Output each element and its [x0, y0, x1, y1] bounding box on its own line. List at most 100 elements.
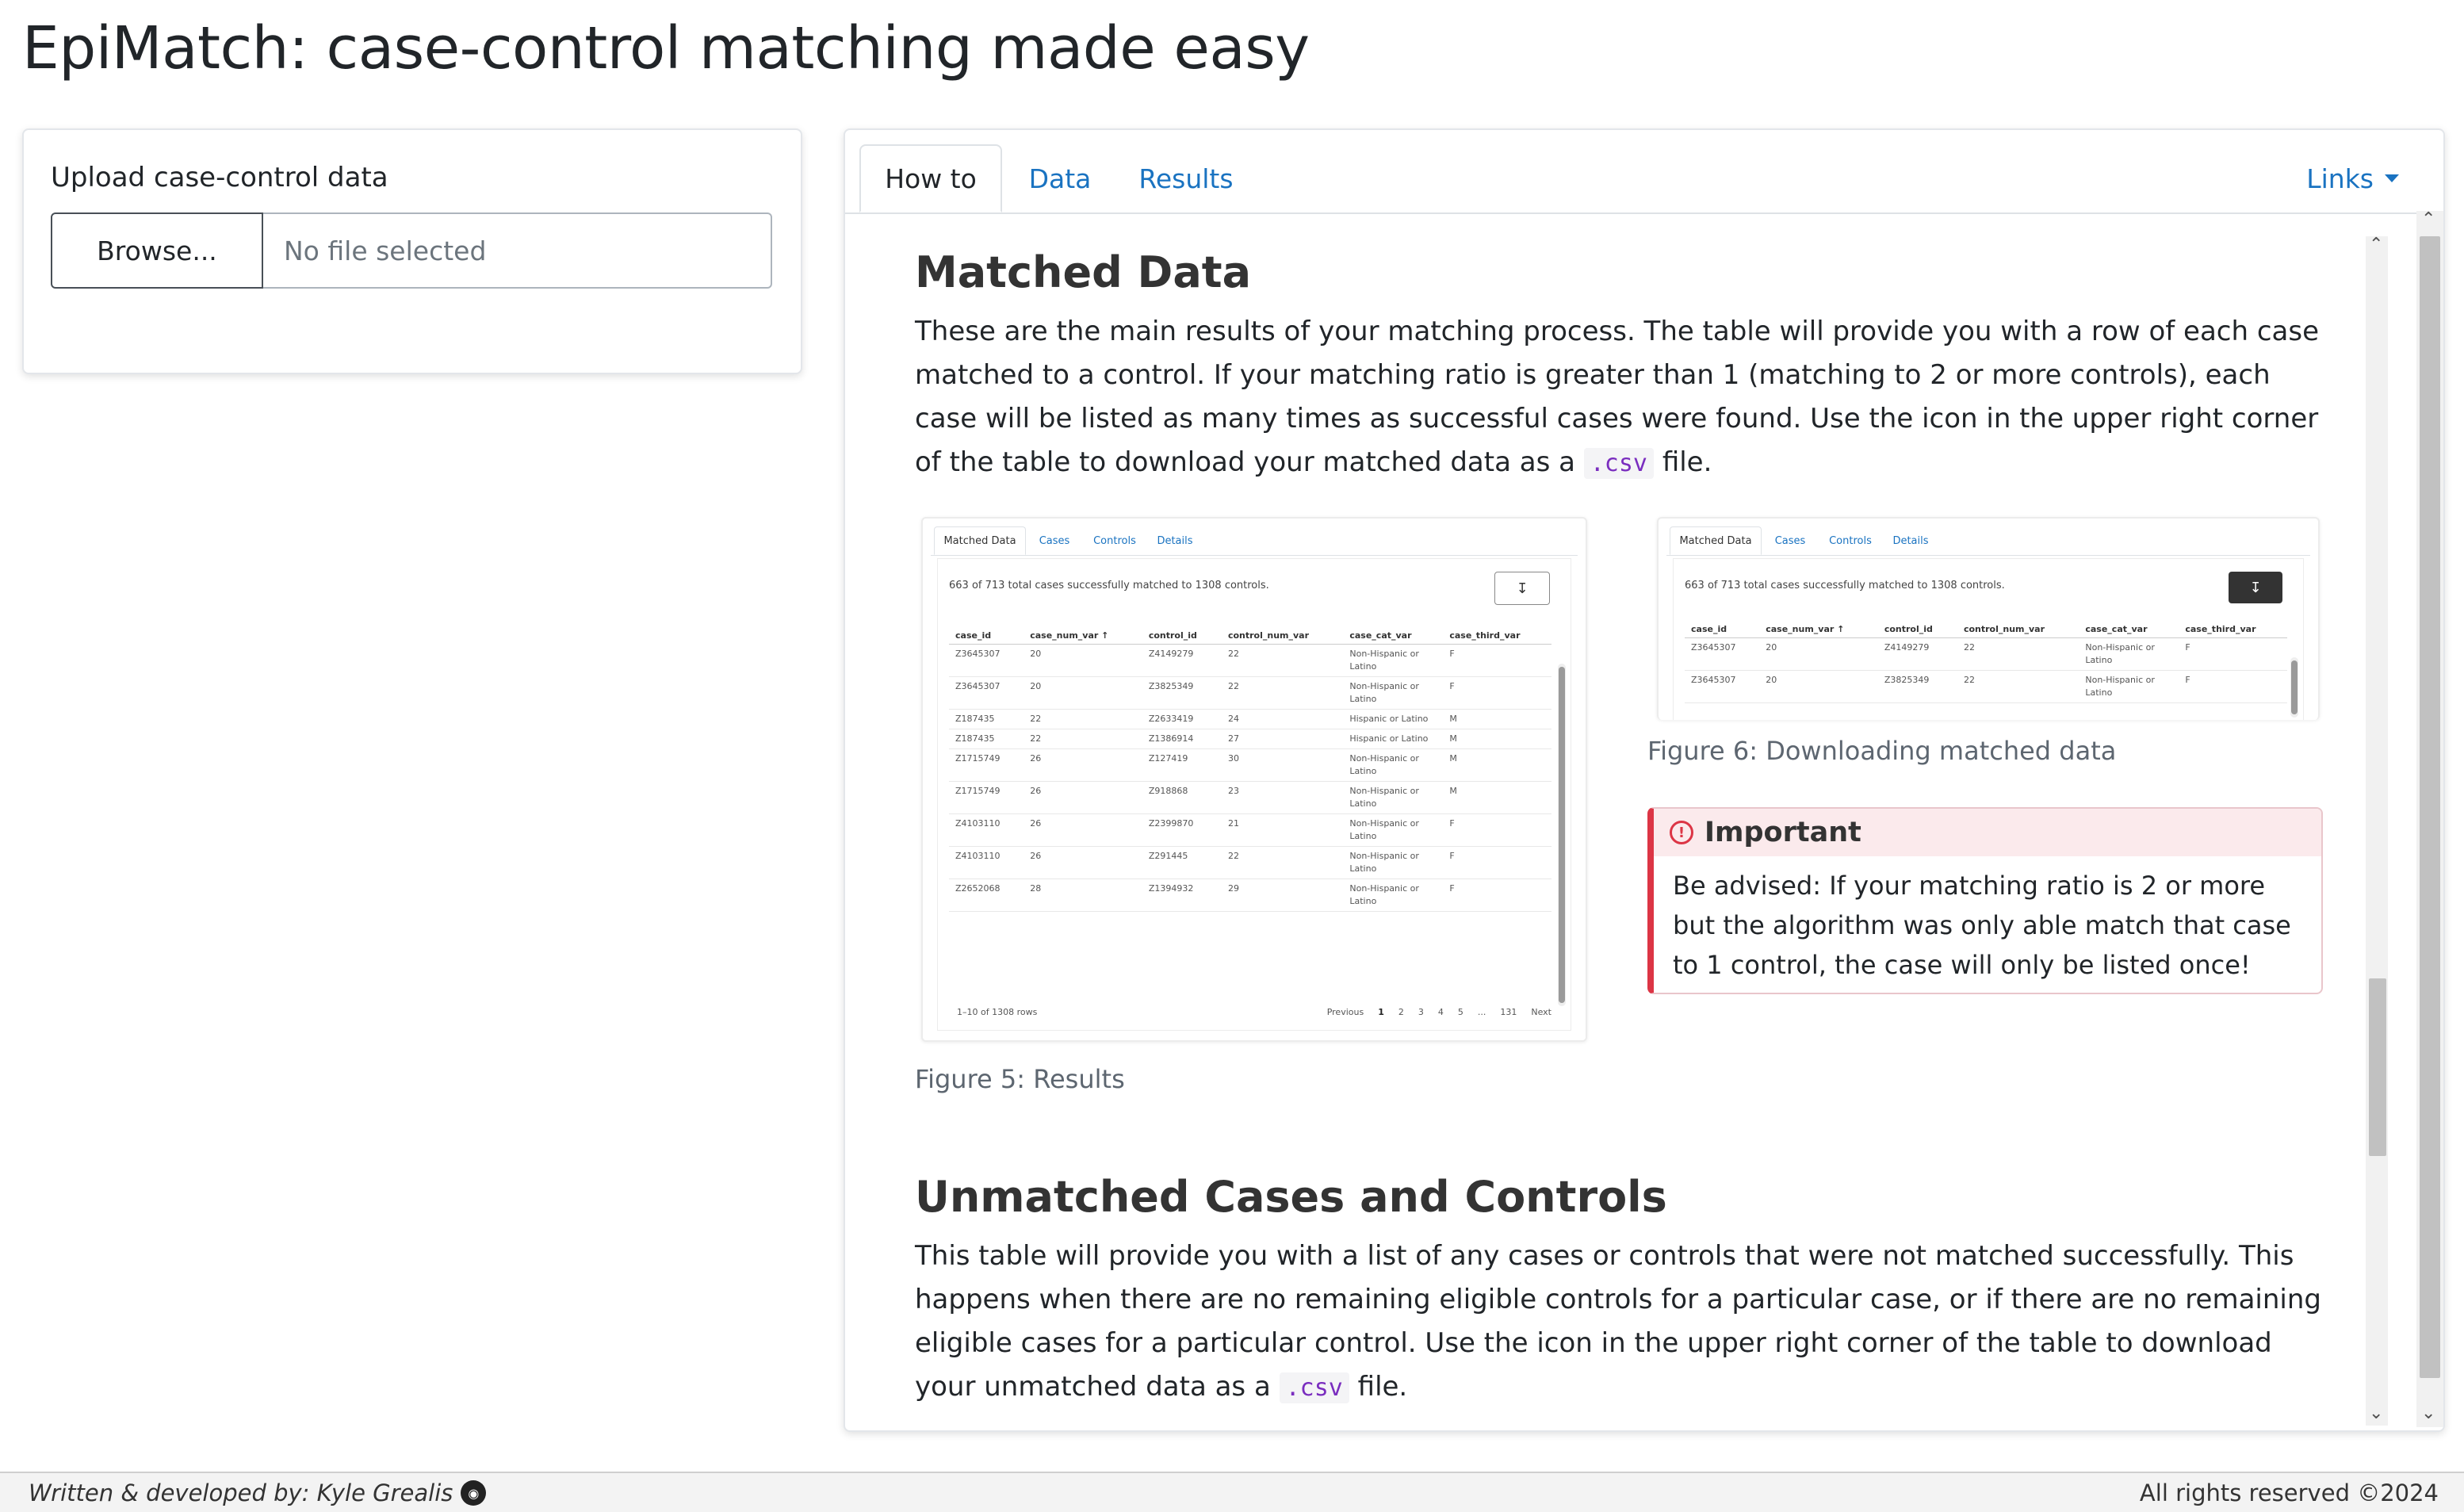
figure-5-tab: Details — [1157, 534, 1193, 547]
exclamation-circle-icon: ! — [1670, 821, 1693, 844]
pager-item: 4 — [1437, 1007, 1444, 1017]
table-cell: Z4149279 — [1877, 637, 1957, 671]
table-cell: Non-Hispanic or Latino — [1343, 644, 1444, 677]
matched-data-text-end: file. — [1662, 446, 1712, 478]
table-cell: F — [1443, 878, 1551, 912]
table-cell: F — [2179, 637, 2287, 671]
figure-5-tab: Cases — [1039, 534, 1070, 547]
table-cell: 28 — [1023, 878, 1142, 912]
scroll-down-arrow-icon[interactable]: ⌄ — [2369, 1403, 2383, 1423]
table-cell: 21 — [1221, 813, 1344, 847]
tab-how-to[interactable]: How to — [859, 144, 1002, 212]
scroll-up-arrow-icon[interactable]: ⌃ — [2369, 235, 2383, 255]
content-scroll-thumb[interactable] — [2369, 978, 2386, 1156]
table-cell: 20 — [1759, 637, 1878, 671]
unmatched-text: This table will provide you with a list … — [915, 1240, 2321, 1403]
table-cell: M — [1443, 729, 1551, 749]
table-cell: Z3825349 — [1142, 676, 1222, 710]
scroll-up-arrow-icon[interactable]: ⌃ — [2421, 209, 2435, 229]
content-scrollbar[interactable] — [2366, 236, 2388, 1426]
file-name-field[interactable]: No file selected — [263, 212, 772, 289]
table-cell: Hispanic or Latino — [1343, 709, 1444, 729]
table-row: Z1715749 26 Z918868 23 Non-Hispanic or Latin… — [949, 781, 1551, 814]
matched-data-paragraph: These are the main results of your match… — [915, 310, 2326, 485]
file-input-group[interactable]: Browse... No file selected — [51, 212, 772, 289]
important-callout: ! Important Be advised: If your matching… — [1647, 807, 2323, 994]
csv-code: .csv — [1583, 448, 1654, 479]
table-header-cell: case_cat_var — [2079, 619, 2179, 638]
figure-6-tab: Details — [1892, 534, 1929, 547]
scroll-down-arrow-icon[interactable]: ⌄ — [2421, 1403, 2435, 1423]
figure-6-tabs: Matched Data Cases Controls Details — [1666, 523, 2310, 556]
pager-item: 5 — [1457, 1007, 1463, 1017]
table-cell: 29 — [1221, 878, 1344, 912]
table-cell: Non-Hispanic or Latino — [1343, 846, 1444, 879]
table-cell: Z2633419 — [1142, 709, 1222, 729]
table-row: Z4103110 26 Z291445 22 Non-Hispanic or Latin… — [949, 846, 1551, 879]
figure-6-panel: 663 of 713 total cases successfully matc… — [1673, 558, 2304, 720]
download-icon: ↧ — [2229, 572, 2282, 603]
figure-5-pager: 1–10 of 1308 rows Previous 1 2 3 4 5... 131 Nex… — [957, 1007, 1551, 1017]
tab-results[interactable]: Results — [1123, 144, 1249, 212]
table-cell: F — [2179, 670, 2287, 703]
figure-5-summary: 663 of 713 total cases successfully matc… — [949, 580, 1269, 591]
unmatched-text-end: file. — [1357, 1371, 1408, 1403]
figure-6-table: case_id case_num_var ↑ control_id control_n… — [1685, 619, 2287, 703]
table-cell: Z918868 — [1142, 781, 1222, 814]
browse-button[interactable]: Browse... — [51, 212, 263, 289]
table-cell: 20 — [1759, 670, 1878, 703]
tab-data[interactable]: Data — [1008, 144, 1111, 212]
pager-item: 1 — [1378, 1007, 1384, 1017]
github-icon[interactable]: ◉ — [461, 1480, 487, 1506]
table-header-cell: control_id — [1877, 619, 1957, 638]
table-cell: F — [1443, 676, 1551, 710]
table-header-cell: case_id — [1685, 619, 1760, 638]
download-icon: ↧ — [1494, 572, 1550, 605]
table-cell: 26 — [1023, 781, 1142, 814]
figure-5-scroll-thumb — [1559, 667, 1565, 1003]
links-label: Links — [2306, 163, 2374, 194]
table-cell: 22 — [1957, 670, 2079, 703]
table-cell: 24 — [1221, 709, 1344, 729]
table-cell: Z4149279 — [1142, 644, 1222, 677]
table-cell: Non-Hispanic or Latino — [1343, 878, 1444, 912]
table-row: Z1715749 26 Z127419 30 Non-Hispanic or Latin… — [949, 748, 1551, 782]
table-cell: F — [1443, 846, 1551, 879]
table-row: Z4103110 26 Z2399870 21 Non-Hispanic or Lati… — [949, 813, 1551, 847]
table-cell: Z1386914 — [1142, 729, 1222, 749]
pager-item: Previous — [1326, 1007, 1364, 1017]
table-header-cell: case_third_var — [2179, 619, 2287, 638]
figure-5-tab: Matched Data — [934, 526, 1026, 555]
pager-item: 2 — [1398, 1007, 1404, 1017]
table-cell: Z1715749 — [949, 748, 1024, 782]
table-cell: Z4103110 — [949, 846, 1024, 879]
callout-body: Be advised: If your matching ratio is 2 … — [1673, 871, 2291, 980]
figure-5-panel: 663 of 713 total cases successfully matc… — [937, 558, 1571, 1031]
unmatched-paragraph: This table will provide you with a list … — [915, 1234, 2326, 1410]
table-cell: M — [1443, 709, 1551, 729]
panel-scroll-thumb[interactable] — [2420, 236, 2440, 1378]
footer-copyright: All rights reserved ©2024 — [2139, 1479, 2439, 1506]
table-row: Z3645307 20 Z3825349 22 Non-Hispanic or Lati… — [1685, 670, 2287, 703]
table-cell: 30 — [1221, 748, 1344, 782]
table-cell: M — [1443, 781, 1551, 814]
table-cell: M — [1443, 748, 1551, 782]
table-cell: Non-Hispanic or Latino — [2079, 637, 2179, 671]
callout-title: Important — [1705, 817, 1861, 848]
table-cell: Z1715749 — [949, 781, 1024, 814]
table-header-cell: case_id — [949, 626, 1024, 645]
table-cell: 20 — [1023, 676, 1142, 710]
table-header-cell: control_num_var — [1957, 619, 2079, 638]
callout-header: ! Important — [1654, 809, 2321, 856]
links-dropdown[interactable]: Links — [2306, 144, 2399, 212]
figure-6-tab: Matched Data — [1670, 526, 1762, 555]
table-cell: Z187435 — [949, 709, 1024, 729]
table-cell: 26 — [1023, 748, 1142, 782]
table-cell: Z127419 — [1142, 748, 1222, 782]
table-cell: 22 — [1221, 846, 1344, 879]
figure-6-tab: Controls — [1829, 534, 1872, 547]
table-cell: Z1394932 — [1142, 878, 1222, 912]
tab-bar: How to Data Results Links — [845, 130, 2443, 214]
unmatched-section: Unmatched Cases and Controls This table … — [915, 1172, 2326, 1410]
figure-5-scrollbar — [1558, 664, 1566, 1006]
